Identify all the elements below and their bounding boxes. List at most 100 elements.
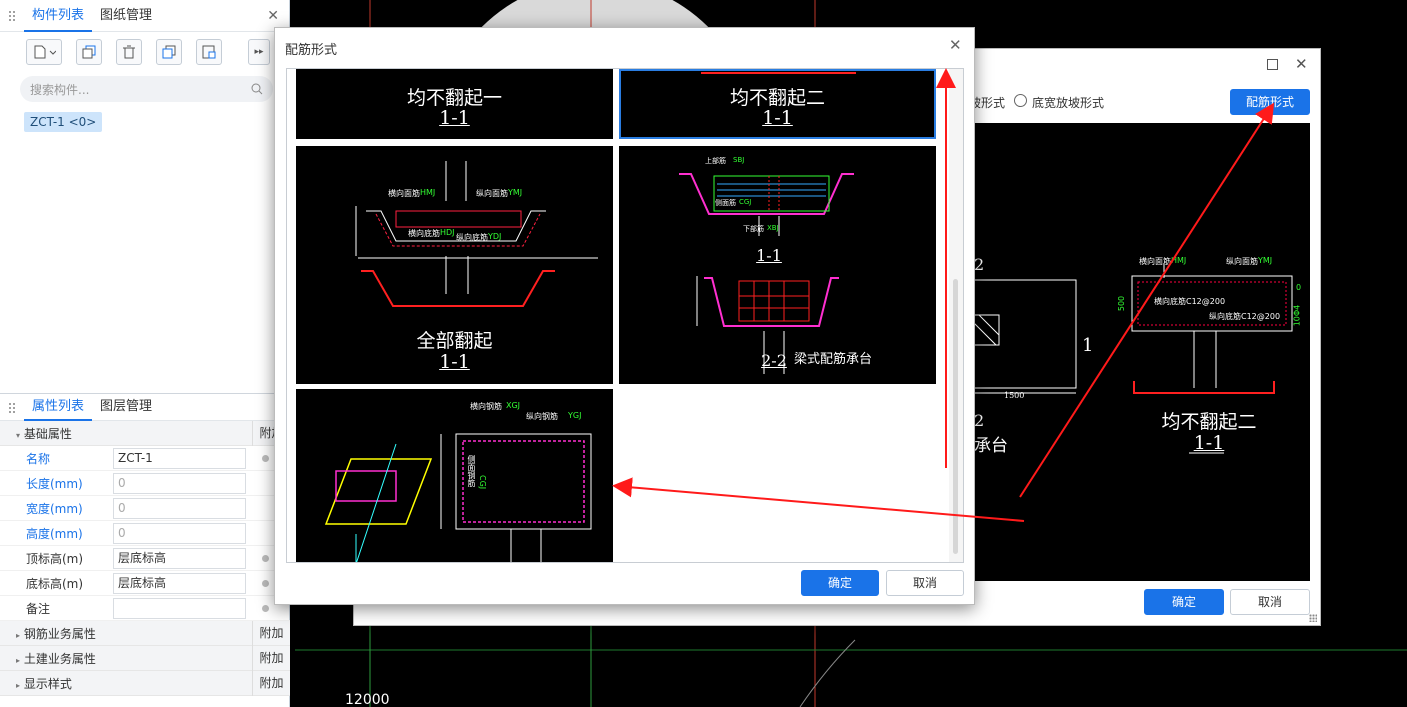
- rebar-code: CGJ: [478, 475, 487, 490]
- layers-icon: [162, 45, 176, 59]
- form-option-2-selected[interactable]: 均不翻起二 1-1: [619, 69, 936, 139]
- rebar-note: 纵向钢筋: [526, 412, 558, 421]
- new-component-button[interactable]: [26, 39, 62, 65]
- basic-properties-group[interactable]: ▾ 基础属性 附加: [0, 420, 290, 446]
- rebar-note: 下部筋: [743, 225, 764, 233]
- section-label: 2: [974, 411, 985, 430]
- dimension-label: 12000: [345, 692, 390, 707]
- close-icon[interactable]: ✕: [267, 8, 279, 24]
- dialog-title: 配筋形式: [285, 43, 338, 58]
- drag-grip-icon[interactable]: [8, 10, 16, 22]
- cap-label: 承台: [974, 436, 1008, 456]
- rebar-note: 横向底筋: [408, 229, 440, 238]
- form-option-3[interactable]: 横向面筋 HMJ 纵向面筋 YMJ 横向底筋 HDJ 纵向底筋 YDJ 全部翻起…: [296, 146, 613, 384]
- 3d-cap-drawing: [324, 433, 592, 562]
- section-label: 1: [1082, 335, 1094, 356]
- trash-icon: [123, 45, 135, 59]
- add-checkbox[interactable]: [262, 454, 269, 462]
- add-column-header: 附加: [252, 645, 290, 671]
- close-icon[interactable]: ✕: [949, 36, 962, 54]
- dimension-text: 1500: [1004, 391, 1025, 400]
- beam-cap-drawing: [679, 173, 854, 374]
- bottom-slope-label: 底宽放坡形式: [1032, 96, 1105, 110]
- add-checkbox[interactable]: [262, 579, 269, 587]
- rebar-note: 纵向底筋: [456, 233, 488, 242]
- export-button[interactable]: [196, 39, 222, 65]
- drag-grip-icon[interactable]: [8, 402, 16, 414]
- add-checkbox[interactable]: [262, 604, 269, 612]
- name-field[interactable]: ZCT-1: [113, 447, 246, 469]
- rebar-note: 上部筋: [705, 157, 726, 165]
- duplicate-layer-button[interactable]: [156, 39, 182, 65]
- rebar-code: YMJ: [1258, 256, 1273, 265]
- maximize-icon[interactable]: [1267, 59, 1278, 70]
- bottom-elevation-field[interactable]: 层底标高: [113, 572, 246, 594]
- ok-button[interactable]: 确定: [801, 570, 879, 596]
- resize-grip-icon[interactable]: [1309, 614, 1317, 622]
- form-gallery: 均不翻起一 1-1 均不翻起二 1-1 横向面筋 HMJ 纵向面筋 YMJ 横向…: [286, 68, 964, 563]
- reinforcement-form-button[interactable]: 配筋形式: [1230, 89, 1310, 115]
- rebar-note: 侧面钢筋: [467, 455, 476, 487]
- height-dimension: 500: [1117, 295, 1127, 312]
- copy-button[interactable]: [76, 39, 102, 65]
- section-label: 2: [974, 255, 985, 274]
- prop-label: 备注: [26, 601, 51, 616]
- rebar-note: 横向底筋C12@200: [1154, 297, 1226, 306]
- remark-field[interactable]: [113, 597, 246, 619]
- prop-row-length: 长度(mm) 0: [0, 471, 290, 496]
- prop-label: 顶标高(m): [26, 551, 84, 566]
- rebar-note: 侧面筋: [715, 199, 736, 207]
- caret-right-icon: ▸: [16, 680, 21, 690]
- rebar-code: SBJ: [733, 156, 745, 164]
- prop-row-name: 名称 ZCT-1: [0, 446, 290, 471]
- top-elevation-field[interactable]: 层底标高: [113, 547, 246, 569]
- close-icon[interactable]: ✕: [1295, 55, 1308, 73]
- form-option-5[interactable]: 横向钢筋 XGJ 纵向钢筋 YGJ 侧面钢筋 CGJ: [296, 389, 613, 562]
- rebar-properties-group[interactable]: ▸ 钢筋业务属性 附加: [0, 620, 290, 646]
- search-icon: [251, 83, 263, 95]
- cancel-button[interactable]: 取消: [1230, 589, 1310, 615]
- rebar-code: CGJ: [739, 198, 752, 206]
- prop-label: 底标高(m): [26, 576, 84, 591]
- form-title: 均不翻起二: [729, 87, 825, 109]
- add-checkbox[interactable]: [262, 554, 269, 562]
- rebar-line: [701, 72, 856, 74]
- cover-dimension: 0: [1296, 283, 1302, 292]
- prop-label: 宽度(mm): [26, 501, 83, 516]
- tab-component-list[interactable]: 构件列表: [24, 0, 93, 32]
- rebar-note: 纵向面筋: [476, 189, 508, 198]
- component-list-item[interactable]: ZCT-1 <0>: [24, 112, 103, 132]
- drawing-subtitle: 1-1: [1193, 432, 1225, 454]
- form-option-1[interactable]: 均不翻起一 1-1: [296, 69, 613, 139]
- height-field[interactable]: 0: [113, 522, 246, 544]
- new-file-icon: [34, 45, 56, 59]
- prop-label: 高度(mm): [26, 526, 83, 541]
- bottom-slope-radio[interactable]: [1014, 94, 1027, 107]
- scrollbar-thumb[interactable]: [953, 279, 958, 554]
- drawing-title: 均不翻起二: [1161, 411, 1257, 433]
- ok-button[interactable]: 确定: [1144, 589, 1224, 615]
- civil-properties-group[interactable]: ▸ 土建业务属性 附加: [0, 645, 290, 671]
- side-rebar-text: 10Φ4: [1292, 304, 1302, 327]
- form-subtitle: 1-1: [439, 107, 470, 129]
- tab-property-list[interactable]: 属性列表: [24, 393, 93, 421]
- form-option-4[interactable]: 上部筋 SBJ 侧面筋 CGJ 下部筋 XBJ 1-1 2-2 梁式配筋承台: [619, 146, 936, 384]
- length-field[interactable]: 0: [113, 472, 246, 494]
- form-title: 全部翻起: [416, 330, 493, 352]
- rebar-code: HMJ: [420, 188, 436, 197]
- cancel-button[interactable]: 取消: [886, 570, 964, 596]
- more-button[interactable]: ▸▸: [248, 39, 270, 65]
- rebar-code: HDJ: [440, 228, 455, 237]
- component-tabbar: 构件列表 图纸管理 ✕: [0, 0, 289, 32]
- width-field[interactable]: 0: [113, 497, 246, 519]
- gallery-scrollbar[interactable]: [949, 69, 963, 562]
- prop-row-remark: 备注: [0, 596, 290, 621]
- prop-label: 名称: [26, 451, 51, 466]
- tab-drawing-management[interactable]: 图纸管理: [92, 0, 160, 32]
- display-style-group[interactable]: ▸ 显示样式 附加: [0, 670, 290, 696]
- search-component-input[interactable]: 搜索构件...: [20, 76, 273, 102]
- rebar-code: YMJ: [508, 188, 523, 197]
- tab-layer-management[interactable]: 图层管理: [92, 393, 160, 421]
- delete-button[interactable]: [116, 39, 142, 65]
- rebar-code: YGJ: [568, 411, 582, 420]
